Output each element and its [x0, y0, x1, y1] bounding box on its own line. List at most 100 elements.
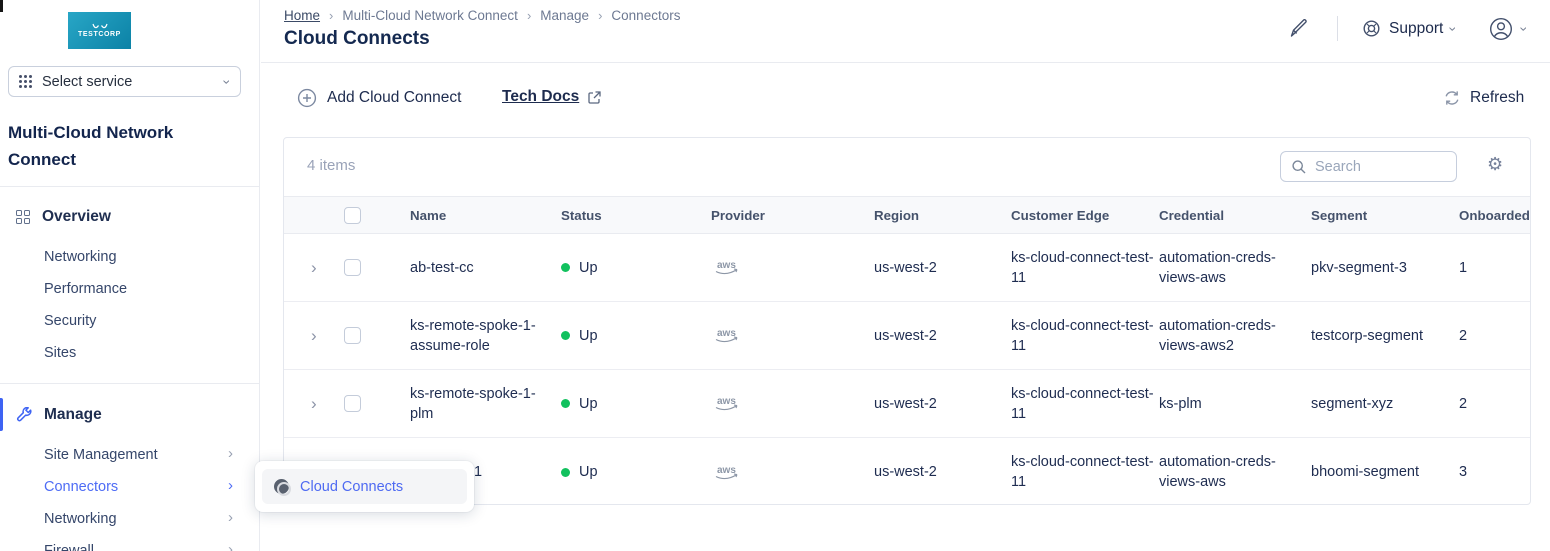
- refresh-button[interactable]: Refresh: [1443, 89, 1524, 107]
- column-header-region: Region: [874, 197, 919, 233]
- table-header-row: Name Status Provider Region Customer Edg…: [284, 196, 1531, 234]
- aws-logo-icon: aws: [711, 258, 743, 277]
- page-title: Cloud Connects: [284, 28, 430, 50]
- sidebar-item-site-management[interactable]: Site Management: [44, 445, 158, 465]
- cell-provider: aws: [711, 370, 743, 437]
- sidebar-item-firewall[interactable]: Firewall: [44, 541, 94, 551]
- cell-name: ks-remote-spoke-1-assume-role: [410, 302, 558, 369]
- breadcrumb-separator: [598, 8, 602, 23]
- chevron-right-icon: [228, 541, 233, 551]
- search-input[interactable]: [1315, 159, 1435, 175]
- cell-onboarded: 2: [1459, 370, 1467, 437]
- select-all-checkbox[interactable]: [344, 207, 361, 224]
- cell-region: us-west-2: [874, 438, 937, 505]
- sidebar-divider: [0, 186, 260, 187]
- cell-status: Up: [561, 438, 598, 505]
- header-bottom-divider: [261, 62, 1550, 63]
- cell-status: Up: [561, 370, 598, 437]
- column-header-segment: Segment: [1311, 197, 1367, 233]
- breadcrumb: Home Multi-Cloud Network Connect Manage …: [284, 8, 680, 23]
- cell-status: Up: [561, 234, 598, 301]
- table-row: ks-remote-spoke-1-plm Up aws us-west-2 k…: [284, 370, 1531, 438]
- cell-region: us-west-2: [874, 370, 937, 437]
- breadcrumb-item: Multi-Cloud Network Connect: [342, 8, 518, 23]
- expand-row-icon[interactable]: [311, 258, 317, 278]
- aws-logo-icon: aws: [711, 394, 743, 413]
- testcorp-logo: TESTCORP: [68, 12, 131, 49]
- row-checkbox[interactable]: [344, 395, 361, 412]
- active-section-indicator: [0, 398, 3, 431]
- table-row: ab-test-cc Up aws us-west-2 ks-cloud-con…: [284, 234, 1531, 302]
- column-header-onboarded: Onboarded V: [1459, 197, 1531, 233]
- column-header-status: Status: [561, 197, 602, 233]
- product-title: Multi-Cloud Network Connect: [8, 119, 223, 173]
- sidebar-item-sites[interactable]: Sites: [44, 343, 76, 363]
- page: TESTCORP Select service Multi-Cloud Netw…: [0, 0, 1550, 551]
- row-checkbox[interactable]: [344, 259, 361, 276]
- header-divider: [1337, 16, 1338, 41]
- chevron-right-icon: [228, 509, 233, 526]
- refresh-icon: [1443, 89, 1461, 107]
- breadcrumb-home-link[interactable]: Home: [284, 8, 320, 23]
- cell-name: ab-test-cc: [410, 234, 558, 301]
- column-header-provider: Provider: [711, 197, 765, 233]
- service-select-dropdown[interactable]: Select service: [8, 66, 241, 97]
- status-up-dot: [561, 468, 570, 477]
- service-select-label: Select service: [42, 74, 132, 90]
- gear-icon[interactable]: [1487, 155, 1503, 173]
- search-box: [1280, 151, 1457, 182]
- table-row: ks-remote-spoke-1-assume-role Up aws us-…: [284, 302, 1531, 370]
- flyout-item-cloud-connects[interactable]: Cloud Connects: [262, 469, 467, 504]
- logo-text: TESTCORP: [78, 31, 121, 38]
- chevron-right-icon: [228, 477, 233, 494]
- cell-credential: automation-creds-views-aws: [1159, 234, 1311, 301]
- plus-circle-icon: [297, 88, 317, 108]
- edit-pencil-button[interactable]: [1288, 17, 1310, 39]
- cell-region: us-west-2: [874, 302, 937, 369]
- add-cloud-connect-label: Add Cloud Connect: [327, 89, 461, 107]
- cell-segment: testcorp-segment: [1311, 302, 1456, 369]
- cell-credential: ks-plm: [1159, 370, 1311, 437]
- breadcrumb-separator: [329, 8, 333, 23]
- screen-edge-artifact: [0, 0, 3, 12]
- svg-text:aws: aws: [717, 396, 736, 407]
- logo-wings-icon: [91, 23, 109, 30]
- chevron-down-icon: [220, 79, 236, 84]
- sidebar: TESTCORP Select service Multi-Cloud Netw…: [0, 0, 260, 551]
- cell-name: ks-remote-spoke-1-plm: [410, 370, 558, 437]
- support-menu[interactable]: Support: [1362, 19, 1456, 38]
- cell-provider: aws: [711, 234, 743, 301]
- aws-logo-icon: aws: [711, 326, 743, 345]
- cell-region: us-west-2: [874, 234, 937, 301]
- cell-credential: automation-creds-views-aws2: [1159, 302, 1311, 369]
- status-up-dot: [561, 399, 570, 408]
- sidebar-item-networking[interactable]: Networking: [44, 247, 117, 267]
- sidebar-section-manage[interactable]: Manage: [16, 401, 102, 429]
- expand-row-icon[interactable]: [311, 326, 317, 346]
- disc-icon: [274, 479, 289, 494]
- cell-customer-edge: ks-cloud-connect-test-11: [1011, 234, 1156, 301]
- row-checkbox[interactable]: [344, 327, 361, 344]
- sidebar-item-networking-manage[interactable]: Networking: [44, 509, 117, 529]
- items-count: 4 items: [307, 157, 355, 174]
- expand-row-icon[interactable]: [311, 394, 317, 414]
- sidebar-item-performance[interactable]: Performance: [44, 279, 127, 299]
- column-header-customer-edge: Customer Edge: [1011, 197, 1109, 233]
- sidebar-section-overview[interactable]: Overview: [16, 203, 111, 231]
- svg-text:aws: aws: [717, 328, 736, 339]
- cell-provider: aws: [711, 438, 743, 505]
- status-up-dot: [561, 331, 570, 340]
- breadcrumb-item: Manage: [540, 8, 589, 23]
- breadcrumb-separator: [527, 8, 531, 23]
- chevron-right-icon: [228, 445, 233, 462]
- support-label: Support: [1389, 20, 1443, 38]
- tech-docs-link[interactable]: Tech Docs: [502, 88, 602, 106]
- section-label: Overview: [42, 208, 111, 226]
- chevron-down-icon: [1516, 27, 1532, 32]
- sidebar-item-connectors[interactable]: Connectors: [44, 477, 118, 497]
- add-cloud-connect-button[interactable]: Add Cloud Connect: [297, 88, 461, 108]
- sidebar-item-security[interactable]: Security: [44, 311, 96, 331]
- connectors-flyout-menu: Cloud Connects: [255, 461, 474, 512]
- avatar-icon: [1488, 16, 1514, 42]
- account-menu[interactable]: [1488, 16, 1527, 42]
